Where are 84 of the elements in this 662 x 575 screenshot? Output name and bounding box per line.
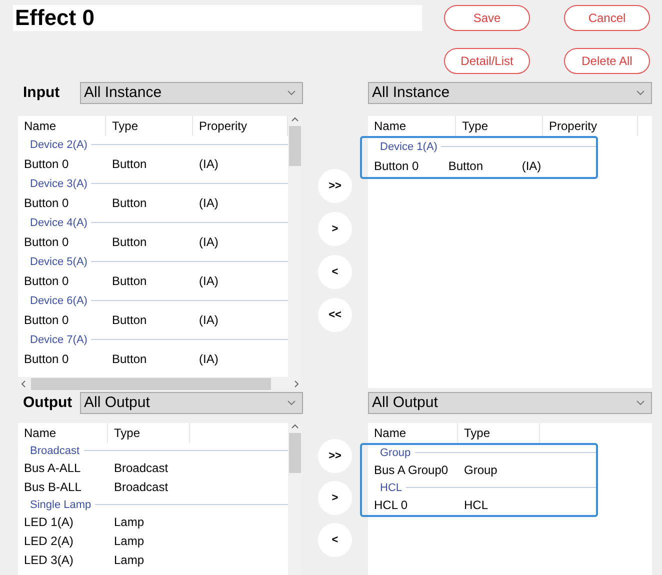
scroll-up-icon[interactable]	[291, 116, 299, 124]
filter-dropdown[interactable]: All Instance	[368, 82, 652, 104]
group-title: Device 5(A)	[30, 256, 88, 268]
move-button[interactable]: >>	[318, 438, 352, 473]
table-cell-text: Bus A Group0	[373, 463, 450, 478]
table-cell-text: LED 1(A)	[23, 515, 74, 530]
table-cell-text: LED 2(A)	[23, 534, 74, 548]
filter-dropdown[interactable]: All Output	[368, 392, 652, 414]
section-label: Output	[22, 394, 74, 412]
table-cell-text: Lamp	[113, 515, 146, 530]
table-cell-text: Button	[111, 235, 148, 250]
group-title: HCL	[380, 482, 402, 494]
column-header[interactable]: Type	[458, 422, 540, 443]
group-title: Group	[380, 446, 411, 459]
table-cell-text: Button 0	[23, 274, 70, 288]
group-title: Device 4(A)	[30, 216, 88, 229]
table-cell-text: Button 0	[23, 352, 70, 366]
filter-dropdown[interactable]: All Output	[80, 392, 303, 414]
table-cell-text: Button	[111, 157, 148, 172]
scroll-thumb[interactable]	[31, 378, 271, 390]
section-label: Input	[22, 84, 61, 102]
table-cell-text: (IA)	[198, 157, 220, 172]
column-header[interactable]: Name	[18, 116, 106, 136]
table-cell-text: Button	[111, 352, 148, 366]
table-cell-text: Button 0	[373, 159, 420, 174]
group-title: Device 3(A)	[30, 178, 88, 190]
table-cell-text: Button	[447, 159, 484, 174]
action-button[interactable]: Delete All	[564, 48, 650, 74]
table-cell-text: Button 0	[23, 235, 70, 250]
table-cell-text: Button	[111, 274, 148, 288]
scroll-thumb[interactable]	[289, 432, 301, 473]
chevron-down-icon	[287, 400, 296, 406]
move-button[interactable]: <	[318, 254, 352, 289]
table-cell-text: Button	[111, 313, 148, 328]
move-button[interactable]: <	[318, 522, 352, 557]
group-title: Device 6(A)	[30, 294, 88, 307]
column-header[interactable]: Name	[368, 422, 458, 443]
group-title: Single Lamp	[30, 498, 92, 511]
table-cell-text: (IA)	[198, 352, 220, 366]
column-header[interactable]: Name	[368, 116, 456, 136]
table-cell-text: Broadcast	[113, 480, 170, 494]
move-button[interactable]: <<	[318, 298, 352, 332]
scroll-left-icon[interactable]	[20, 380, 28, 388]
table-cell-text: Bus A-ALL	[23, 461, 82, 476]
table-cell-text: Broadcast	[113, 461, 170, 476]
table-cell-text: Button 0	[23, 157, 70, 172]
chevron-down-icon	[287, 90, 296, 96]
effect-name-field[interactable]: Effect 0	[13, 5, 422, 31]
column-header[interactable]: Type	[456, 116, 543, 136]
table-cell-text: (IA)	[198, 274, 220, 288]
table-cell-text: (IA)	[198, 313, 220, 328]
chevron-down-icon	[636, 90, 645, 96]
table-cell-text: Group	[463, 463, 498, 478]
table-cell-text: Lamp	[113, 534, 146, 548]
group-title: Device 2(A)	[30, 138, 88, 151]
column-header[interactable]: Type	[108, 422, 190, 443]
action-button[interactable]: Cancel	[564, 5, 650, 31]
move-button[interactable]: >	[318, 212, 352, 246]
column-header[interactable]: Type	[106, 116, 193, 136]
table-cell-text: Button 0	[23, 313, 70, 328]
column-header[interactable]: Properity	[543, 116, 638, 136]
table-cell-text: Button	[111, 196, 148, 210]
scroll-up-icon[interactable]	[291, 422, 299, 431]
table-cell-text: HCL 0	[373, 498, 409, 512]
table-cell-text: (IA)	[198, 196, 220, 210]
group-title: Broadcast	[30, 444, 80, 457]
table-cell-text: LED 3(A)	[23, 553, 74, 568]
table-cell-text: Button 0	[23, 196, 70, 210]
move-button[interactable]: >>	[318, 168, 352, 203]
table-cell-text: HCL	[463, 498, 490, 512]
action-button[interactable]: Detail/List	[444, 48, 530, 74]
scroll-thumb[interactable]	[289, 126, 301, 166]
group-title: Device 7(A)	[30, 334, 88, 346]
group-title: Device 1(A)	[380, 140, 438, 153]
action-button[interactable]: Save	[444, 5, 530, 31]
table-cell-text: Bus B-ALL	[23, 480, 82, 494]
filter-dropdown[interactable]: All Instance	[80, 82, 303, 104]
table-cell-text: (IA)	[520, 159, 542, 174]
move-button[interactable]: >	[318, 480, 352, 515]
scroll-right-icon[interactable]	[292, 380, 300, 388]
chevron-down-icon	[636, 400, 645, 406]
table-cell-text: Lamp	[113, 553, 146, 568]
table-cell-text: (IA)	[198, 235, 220, 250]
column-header[interactable]: Name	[18, 422, 108, 443]
